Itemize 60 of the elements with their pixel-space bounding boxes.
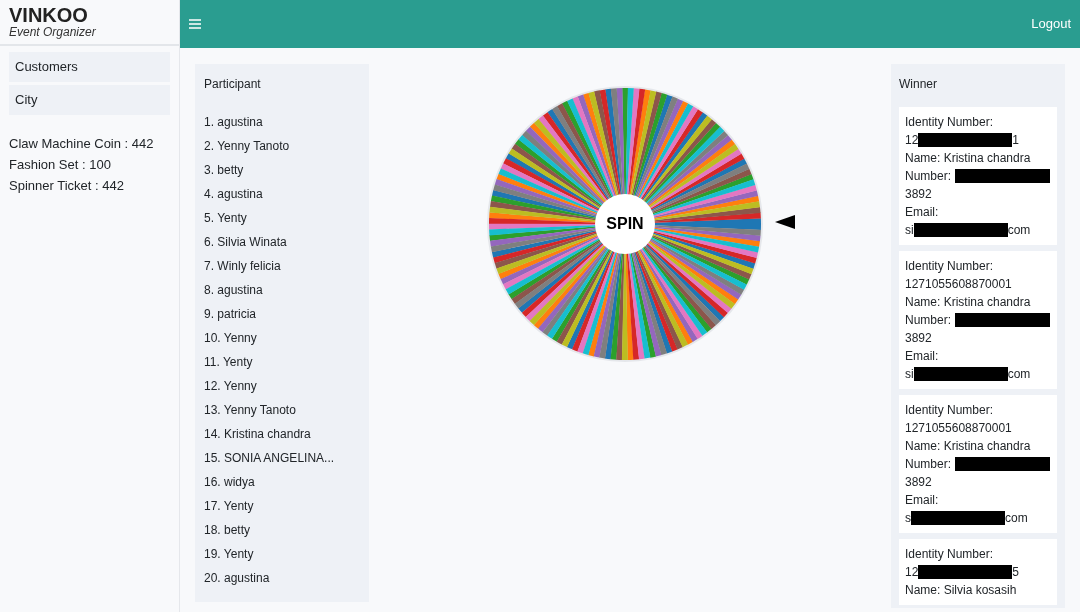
winner-detail: si <box>905 222 914 239</box>
winner-detail: Number: <box>905 456 951 473</box>
stat-text: Claw Machine Coin : 442 <box>9 135 155 153</box>
winner-detail: com <box>1007 366 1031 383</box>
participant-name: 10. Yenny <box>204 330 258 347</box>
winner-detail: Identity Number: <box>905 258 995 275</box>
participant-name: 14. Kristina chandra <box>204 426 312 443</box>
winner-detail: Identity Number: <box>905 402 995 419</box>
winner-detail: com <box>1005 510 1028 527</box>
participant-name: 16. widya <box>204 474 256 491</box>
winner-detail: 1271055608870001 <box>905 420 1013 437</box>
menu-icon[interactable] <box>189 19 201 29</box>
participant-name: 7. Winly felicia <box>204 258 282 275</box>
winner-detail: Email: <box>905 204 940 221</box>
participant-name: 18. betty <box>204 522 252 539</box>
panel-title: Winner <box>899 76 938 93</box>
winner-detail: 3892 <box>905 186 933 203</box>
participant-name: 20. agustina <box>204 570 271 587</box>
winner-detail: com <box>1007 222 1031 239</box>
participant-name: 5. Yenty <box>204 210 248 227</box>
participant-name: 4. agustina <box>204 186 264 203</box>
panel-title: Participant <box>204 76 262 93</box>
participant-name: 6. Silvia Winata <box>204 234 288 251</box>
participant-name: 13. Yenny Tanoto <box>204 402 297 419</box>
winner-detail: 5 <box>1012 564 1020 581</box>
participant-name: 11. Yenty <box>204 354 254 371</box>
winner-detail: Email: <box>905 492 940 509</box>
participant-name: 2. Yenny Tanoto <box>204 138 291 155</box>
winner-detail: Name: Silvia kosasih <box>905 582 1018 599</box>
winner-detail: si <box>905 366 914 383</box>
winner-detail: s <box>905 510 911 527</box>
winner-detail: Name: Kristina chandra <box>905 150 1032 167</box>
stat-text: Spinner Ticket : 442 <box>9 177 125 195</box>
winner-detail: Number: <box>905 312 951 329</box>
sidebar-item[interactable]: City <box>9 85 170 115</box>
winner-detail: 3892 <box>905 330 933 347</box>
winner-detail: Number: <box>905 168 951 185</box>
participant-name: 15. SONIA ANGELINA... <box>204 450 336 467</box>
stat-text: Fashion Set : 100 <box>9 156 112 174</box>
pointer-icon <box>775 215 795 229</box>
winner-detail: 1 <box>1012 132 1020 149</box>
participant-name: 9. patricia <box>204 306 258 323</box>
brand-subtitle: Event Organizer <box>9 25 97 39</box>
sidebar-item[interactable]: Customers <box>9 52 170 82</box>
participant-name: 19. Yenty <box>204 546 255 563</box>
winner-detail: 12 <box>905 564 919 581</box>
winner-detail: Email: <box>905 348 940 365</box>
brand-name: VINKOO <box>9 5 89 25</box>
winner-detail: Name: Kristina chandra <box>905 294 1032 311</box>
winner-detail: 1271055608870001 <box>905 276 1013 293</box>
participant-name: 17. Yenty <box>204 498 255 515</box>
winner-detail: 12 <box>905 132 919 149</box>
winner-detail: Name: Kristina chandra <box>905 438 1032 455</box>
winner-detail: Identity Number: <box>905 114 995 131</box>
winner-detail: Identity Number: <box>905 546 995 563</box>
winner-detail: 3892 <box>905 474 933 491</box>
participant-name: 8. agustina <box>204 282 264 299</box>
participant-name: 1. agustina <box>204 114 264 131</box>
participant-name: 3. betty <box>204 162 245 179</box>
participant-name: 12. Yenny <box>204 378 258 395</box>
